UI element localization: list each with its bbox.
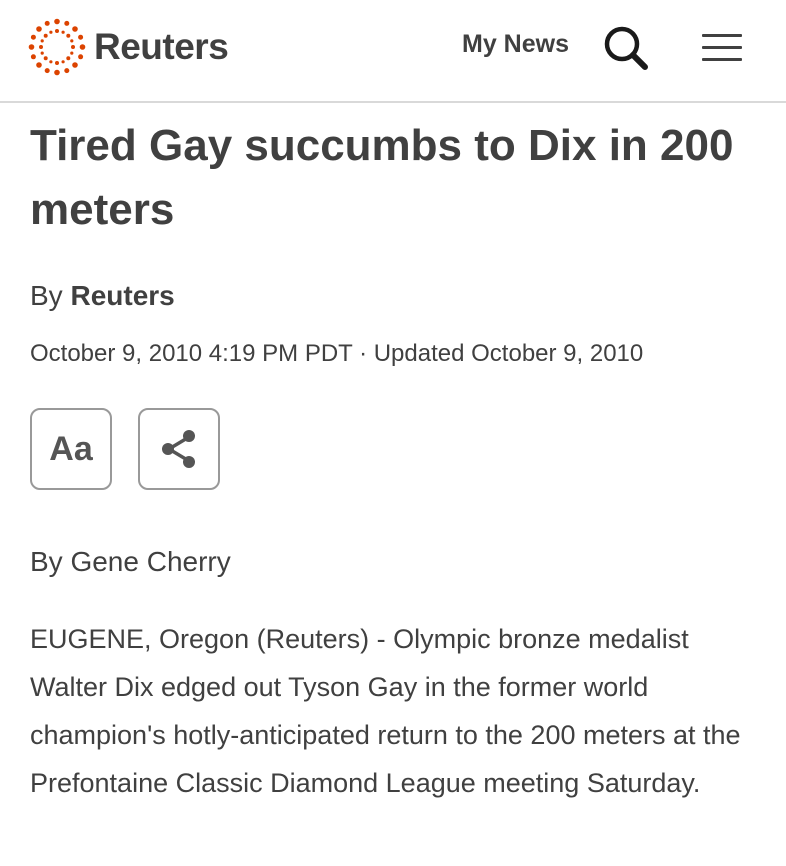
- hamburger-menu-icon: [702, 34, 742, 37]
- menu-button[interactable]: [702, 32, 742, 64]
- share-icon: [162, 430, 195, 468]
- search-button[interactable]: [602, 24, 650, 72]
- reuters-logo[interactable]: Reuters: [28, 18, 229, 76]
- byline-prefix: By: [30, 280, 63, 311]
- search-icon: [604, 26, 648, 70]
- reuters-logo-icon: [28, 18, 86, 76]
- author-line: By Gene Cherry: [30, 546, 231, 577]
- article-body-paragraph: EUGENE, Oregon (Reuters) - Olympic bronz…: [30, 624, 741, 798]
- my-news-link[interactable]: My News: [462, 30, 569, 59]
- article-dateline: October 9, 2010 4:19 PM PDT · Updated Oc…: [30, 340, 644, 367]
- logo-text: Reuters: [94, 26, 229, 67]
- share-button[interactable]: [138, 408, 220, 490]
- hamburger-menu-icon-line: [702, 46, 742, 49]
- byline: By Reuters: [30, 280, 175, 312]
- site-header: Reuters My News: [0, 0, 786, 103]
- font-size-button[interactable]: Aa: [30, 408, 112, 490]
- hamburger-menu-icon-line: [702, 58, 742, 61]
- byline-source-link[interactable]: Reuters: [70, 280, 174, 311]
- article-headline: Tired Gay succumbs to Dix in 200 meters: [30, 121, 734, 234]
- font-size-label: Aa: [49, 429, 93, 468]
